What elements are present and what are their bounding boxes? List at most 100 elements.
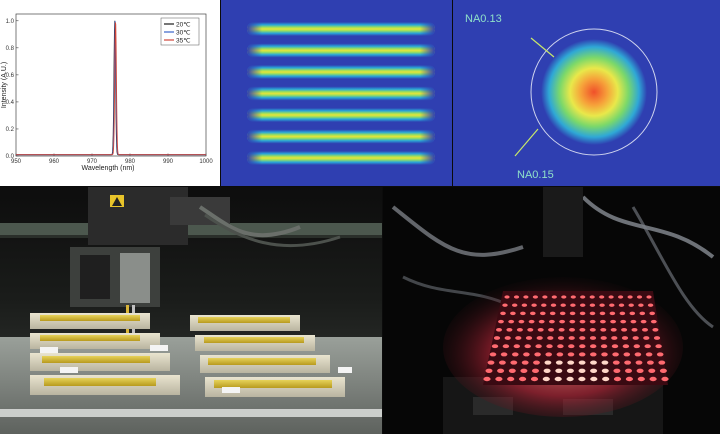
beam-stripe-fade — [247, 22, 435, 36]
laser-emitter-dot — [599, 311, 606, 316]
laser-emitter-dot — [502, 303, 508, 307]
laser-emitter-dot — [636, 295, 643, 299]
laser-emitter-dot — [550, 303, 557, 307]
laser-emitter-dot — [566, 376, 574, 382]
laser-emitter-dot — [567, 352, 575, 357]
laser-emitter-dot — [578, 360, 586, 365]
laser-emitter-dot — [499, 360, 506, 365]
legend-label-35c: 35℃ — [176, 38, 191, 45]
laser-emitter-dot — [590, 344, 597, 349]
laser-emitter-dot — [639, 311, 646, 316]
laser-emitter-dot — [538, 319, 545, 324]
laser-emitter-dot — [613, 368, 621, 373]
laser-emitter-dot — [570, 295, 576, 299]
laser-emitter-dot — [497, 368, 505, 373]
laser-emitter-dot — [549, 319, 555, 324]
laser-emitter-dot — [532, 295, 538, 299]
legend-label-20c: 20℃ — [176, 22, 191, 29]
laser-emitter-dot — [557, 336, 565, 340]
laser-emitter-dot — [530, 311, 536, 316]
na-inner-label: NA0.13 — [465, 13, 502, 25]
laser-emitter-dot — [590, 376, 598, 382]
laser-emitter-dot — [625, 368, 632, 373]
laser-emitter-dot — [613, 376, 622, 382]
laser-emitter-dot — [493, 336, 501, 340]
laser-emitter-dot — [636, 368, 644, 373]
laser-emitter-dot — [661, 376, 669, 382]
laser-emitter-dot — [537, 327, 544, 332]
laser-emitter-dot — [590, 368, 598, 373]
laser-emitter-dot — [635, 360, 643, 365]
laser-emitter-dot — [640, 319, 647, 324]
laser-emitter-dot — [590, 360, 597, 365]
laser-emitter-dot — [599, 295, 605, 299]
laser-emitter-dot — [637, 376, 645, 382]
laser-emitter-dot — [496, 327, 502, 332]
laser-emitter-dot — [579, 327, 586, 332]
laser-emitter-dot — [521, 303, 528, 307]
laser-emitter-dot — [633, 344, 640, 349]
laser-emitter-dot — [589, 327, 596, 332]
laser-emitter-dot — [618, 303, 625, 307]
laser-emitter-dot — [622, 344, 630, 349]
laser-emitter-dot — [500, 311, 506, 316]
na-beam-spot — [541, 39, 647, 145]
laser-emitter-dot — [555, 360, 563, 365]
laser-emitter-dot — [521, 360, 529, 365]
laser-emitter-dot — [510, 311, 516, 316]
y-axis-label: Intensity (A.U.) — [1, 62, 8, 108]
laser-array-photo — [383, 187, 720, 434]
laser-emitter-dot — [532, 368, 539, 373]
laser-emitter-dot — [589, 311, 596, 316]
laser-emitter-dot — [589, 319, 596, 324]
laser-emitter-dot — [489, 352, 497, 357]
y-tick-label: 0.2 — [6, 127, 15, 133]
laser-emitter-dot — [644, 344, 651, 349]
laser-emitter-dot — [569, 319, 576, 324]
laser-emitter-dot — [485, 368, 493, 373]
laser-emitter-dot — [541, 303, 547, 307]
laser-emitter-dot — [519, 376, 527, 382]
laser-emitter-dot — [601, 368, 609, 373]
spectrum-chart: 0.00.20.40.60.81.0 950 960 970 980 990 1000 W… — [1, 13, 213, 172]
laser-emitter-dot — [559, 319, 565, 324]
laser-emitter-dot — [567, 360, 575, 365]
laser-emitter-dot — [506, 327, 513, 332]
laser-emitter-dot — [580, 295, 586, 299]
beam-stripe-fade — [247, 108, 435, 122]
laser-emitter-dot — [491, 344, 499, 349]
laser-emitter-dot — [568, 336, 575, 340]
laser-emitter-dot — [523, 352, 530, 357]
laser-emitter-dot — [542, 295, 548, 299]
laser-emitter-dot — [569, 311, 576, 316]
laser-emitter-dot — [549, 311, 556, 316]
laser-emitter-dot — [548, 327, 555, 332]
laser-emitter-dot — [620, 319, 627, 324]
laser-emitter-dot — [610, 327, 617, 332]
laser-emitter-dot — [568, 344, 575, 349]
laser-emitter-dot — [618, 295, 624, 299]
laser-emitter-dot — [528, 319, 535, 324]
laser-emitter-dot — [610, 319, 616, 324]
laser-emitter-dot — [547, 336, 554, 340]
laser-emitter-dot — [647, 303, 654, 307]
laser-emitter-dot — [502, 344, 510, 349]
laser-emitter-dot — [483, 376, 491, 382]
legend: 20℃ 30℃ 35℃ — [160, 17, 200, 46]
laser-emitter-dot — [542, 376, 550, 382]
beam-stripe-fade — [247, 151, 435, 165]
laser-emitter-dot — [590, 352, 597, 357]
laser-emitter-dot — [609, 311, 616, 316]
laser-emitter-dot — [531, 303, 537, 307]
laser-emitter-dot — [570, 303, 576, 307]
laser-emitter-dot — [621, 336, 629, 340]
y-tick-label: 1.0 — [6, 19, 15, 25]
laser-emitter-dot — [601, 360, 609, 365]
na-spot-image: NA0.13 NA0.15 — [453, 0, 720, 186]
laser-emitter-dot — [520, 311, 526, 316]
laser-emitter-dot — [646, 295, 652, 299]
laser-emitter-dot — [579, 344, 586, 349]
laser-emitter-dot — [612, 360, 620, 365]
na-inner-pointer — [530, 37, 555, 58]
laser-emitter-dot — [589, 295, 595, 299]
